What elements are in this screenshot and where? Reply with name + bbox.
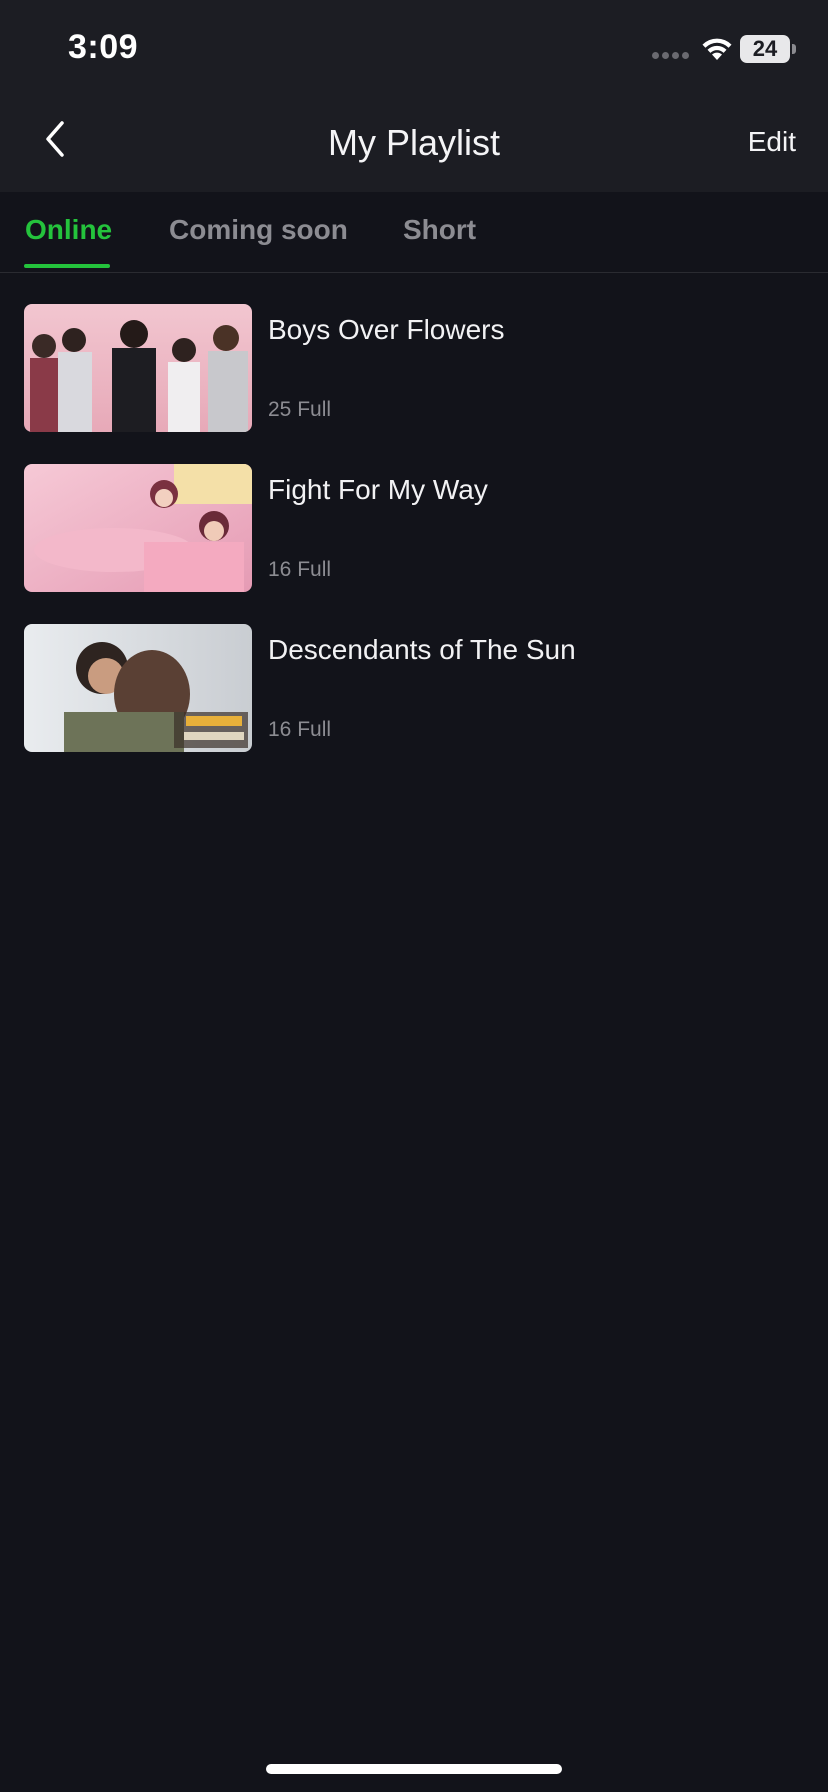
edit-button[interactable]: Edit — [748, 126, 796, 158]
thumbnail-descendants-of-the-sun — [24, 624, 252, 752]
tab-coming-soon[interactable]: Coming soon — [169, 214, 348, 246]
item-title: Boys Over Flowers — [268, 314, 505, 345]
active-tab-indicator — [24, 264, 110, 268]
home-indicator[interactable] — [266, 1764, 562, 1774]
playlist: Boys Over Flowers 25 Full Fight For My W… — [0, 304, 828, 784]
tab-bar: Online Coming soon Short — [0, 192, 828, 273]
page-title: My Playlist — [327, 122, 501, 163]
tab-short[interactable]: Short — [403, 214, 476, 246]
item-episodes: 16 Full — [268, 558, 332, 581]
battery-indicator: 24 — [740, 35, 790, 63]
playlist-item[interactable]: Descendants of The Sun 16 Full — [0, 624, 828, 784]
battery-tip — [792, 44, 796, 54]
thumbnail-fight-for-my-way — [24, 464, 252, 592]
tab-online[interactable]: Online — [25, 214, 112, 246]
item-title: Fight For My Way — [268, 474, 488, 505]
status-bar: 3:09 24 — [0, 0, 828, 94]
thumbnail-boys-over-flowers — [24, 304, 252, 432]
item-episodes: 16 Full — [268, 718, 332, 741]
signal-icon — [652, 52, 692, 60]
status-time: 3:09 — [68, 28, 139, 66]
item-title: Descendants of The Sun — [268, 634, 576, 665]
wifi-icon — [702, 38, 732, 60]
playlist-item[interactable]: Fight For My Way 16 Full — [0, 464, 828, 624]
item-episodes: 25 Full — [268, 398, 332, 421]
nav-bar: My Playlist Edit — [0, 94, 828, 192]
playlist-item[interactable]: Boys Over Flowers 25 Full — [0, 304, 828, 464]
